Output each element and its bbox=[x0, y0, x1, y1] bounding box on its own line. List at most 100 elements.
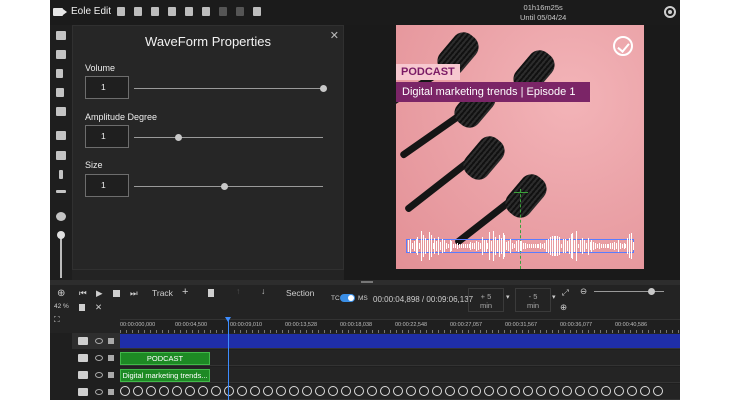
waveform-marker-icon[interactable] bbox=[575, 386, 585, 396]
film-icon[interactable] bbox=[56, 31, 66, 40]
zoom-in-icon[interactable] bbox=[56, 212, 66, 221]
play-icon[interactable]: ▶ bbox=[96, 288, 103, 299]
track-lane-3[interactable]: Digital marketing trends... bbox=[120, 367, 680, 383]
volume-slider-track[interactable] bbox=[134, 88, 323, 89]
visibility-icon[interactable] bbox=[95, 355, 103, 361]
waveform-marker-icon[interactable] bbox=[302, 386, 312, 396]
waveform-marker-icon[interactable] bbox=[549, 386, 559, 396]
waveform-marker-icon[interactable] bbox=[159, 386, 169, 396]
add-track-icon[interactable]: + bbox=[182, 286, 188, 298]
waveform-marker-icon[interactable] bbox=[367, 386, 377, 396]
visibility-icon[interactable] bbox=[95, 338, 103, 344]
waveform-marker-icon[interactable] bbox=[276, 386, 286, 396]
waveform-marker-icon[interactable] bbox=[185, 386, 195, 396]
waveform-marker-icon[interactable] bbox=[263, 386, 273, 396]
waveform-marker-icon[interactable] bbox=[120, 386, 130, 396]
music-icon[interactable] bbox=[56, 88, 64, 97]
volume-icon[interactable] bbox=[108, 372, 114, 378]
waveform-clip-markers[interactable] bbox=[120, 386, 663, 396]
fit-icon[interactable]: ⤢ bbox=[562, 287, 569, 298]
waveform-marker-icon[interactable] bbox=[172, 386, 182, 396]
new-file-icon[interactable] bbox=[117, 7, 125, 16]
step-back-button[interactable]: - 5 min bbox=[515, 288, 551, 312]
fullscreen-icon[interactable]: ⛶ bbox=[54, 315, 60, 325]
waveform-marker-icon[interactable] bbox=[328, 386, 338, 396]
background-clip[interactable] bbox=[120, 334, 680, 348]
playhead-handle-icon[interactable] bbox=[225, 317, 231, 322]
split-icon[interactable] bbox=[59, 170, 63, 179]
waveform-marker-icon[interactable] bbox=[471, 386, 481, 396]
waveform-marker-icon[interactable] bbox=[380, 386, 390, 396]
chevron-down-icon[interactable]: ▾ bbox=[506, 293, 510, 301]
waveform-marker-icon[interactable] bbox=[614, 386, 624, 396]
divider-grip-icon[interactable] bbox=[361, 281, 373, 283]
size-slider-track[interactable] bbox=[134, 186, 323, 187]
waveform-marker-icon[interactable] bbox=[406, 386, 416, 396]
image-icon[interactable] bbox=[56, 50, 66, 59]
equalizer-icon[interactable] bbox=[56, 131, 66, 140]
delete-track-icon[interactable] bbox=[208, 289, 214, 297]
waveform-marker-icon[interactable] bbox=[536, 386, 546, 396]
waveform-marker-icon[interactable] bbox=[445, 386, 455, 396]
waveform-marker-icon[interactable] bbox=[588, 386, 598, 396]
waveform-marker-icon[interactable] bbox=[653, 386, 663, 396]
stop-icon[interactable] bbox=[113, 290, 120, 297]
tc-ms-toggle[interactable] bbox=[340, 294, 355, 302]
skip-start-icon[interactable]: ⏮ bbox=[79, 288, 87, 299]
share-icon[interactable] bbox=[253, 7, 261, 16]
track-lane-2[interactable]: PODCAST bbox=[120, 350, 680, 366]
waveform-marker-icon[interactable] bbox=[458, 386, 468, 396]
waveform-marker-icon[interactable] bbox=[198, 386, 208, 396]
waveform-marker-icon[interactable] bbox=[354, 386, 364, 396]
waveform-marker-icon[interactable] bbox=[523, 386, 533, 396]
volume-icon[interactable] bbox=[108, 389, 114, 395]
timeline-zoom-knob[interactable] bbox=[648, 288, 655, 295]
down-arrow-icon[interactable]: ↓ bbox=[261, 286, 265, 296]
expand-icon[interactable] bbox=[56, 151, 66, 160]
save-icon[interactable] bbox=[151, 7, 159, 16]
title-clip[interactable]: Digital marketing trends... bbox=[120, 369, 210, 382]
save-as-icon[interactable] bbox=[168, 7, 176, 16]
vertical-zoom-track[interactable] bbox=[60, 234, 62, 278]
close-icon[interactable]: ✕ bbox=[330, 29, 339, 42]
waveform-marker-icon[interactable] bbox=[341, 386, 351, 396]
gear-icon[interactable] bbox=[664, 6, 676, 18]
waveform-marker-icon[interactable] bbox=[289, 386, 299, 396]
size-slider-knob[interactable] bbox=[221, 183, 229, 190]
visibility-icon[interactable] bbox=[95, 389, 103, 395]
waveform-marker-icon[interactable] bbox=[211, 386, 221, 396]
visibility-icon[interactable] bbox=[95, 372, 103, 378]
track-lane-4[interactable] bbox=[120, 384, 680, 400]
open-folder-icon[interactable] bbox=[134, 7, 142, 16]
video-canvas[interactable]: PODCAST Digital marketing trends | Episo… bbox=[396, 25, 644, 269]
playhead[interactable] bbox=[228, 317, 229, 400]
volume-input[interactable]: 1 bbox=[85, 76, 129, 99]
waveform-marker-icon[interactable] bbox=[484, 386, 494, 396]
waveform-marker-icon[interactable] bbox=[237, 386, 247, 396]
amplitude-slider-knob[interactable] bbox=[174, 134, 182, 141]
timeline-ruler[interactable]: 00:00:000,000 00:00:04,500 00:00:09,010 00:… bbox=[120, 319, 680, 334]
volume-icon[interactable] bbox=[108, 338, 114, 344]
skip-end-icon[interactable]: ⏭ bbox=[130, 288, 138, 299]
waveform-marker-icon[interactable] bbox=[250, 386, 260, 396]
waveform-marker-icon[interactable] bbox=[146, 386, 156, 396]
delete-icon[interactable] bbox=[79, 304, 85, 311]
amplitude-input[interactable]: 1 bbox=[85, 125, 129, 148]
waveform-marker-icon[interactable] bbox=[510, 386, 520, 396]
volume-slider-knob[interactable] bbox=[320, 85, 327, 92]
amplitude-slider-track[interactable] bbox=[134, 137, 323, 138]
waveform-marker-icon[interactable] bbox=[315, 386, 325, 396]
vertical-zoom-knob[interactable] bbox=[57, 231, 65, 239]
zoom-out-icon[interactable]: ⊖ bbox=[580, 286, 587, 297]
size-input[interactable]: 1 bbox=[85, 174, 129, 197]
waveform-marker-icon[interactable] bbox=[432, 386, 442, 396]
zoom-in-small-icon[interactable]: ⊕ bbox=[560, 302, 567, 313]
magic-wand-icon[interactable] bbox=[56, 107, 66, 116]
zoom-timeline-icon[interactable]: ⊕ bbox=[57, 288, 65, 299]
track-lane-1[interactable] bbox=[120, 333, 680, 349]
waveform-marker-icon[interactable] bbox=[497, 386, 507, 396]
waveform-marker-icon[interactable] bbox=[562, 386, 572, 396]
waveform-marker-icon[interactable] bbox=[393, 386, 403, 396]
waveform-marker-icon[interactable] bbox=[601, 386, 611, 396]
export-icon[interactable] bbox=[185, 7, 193, 16]
